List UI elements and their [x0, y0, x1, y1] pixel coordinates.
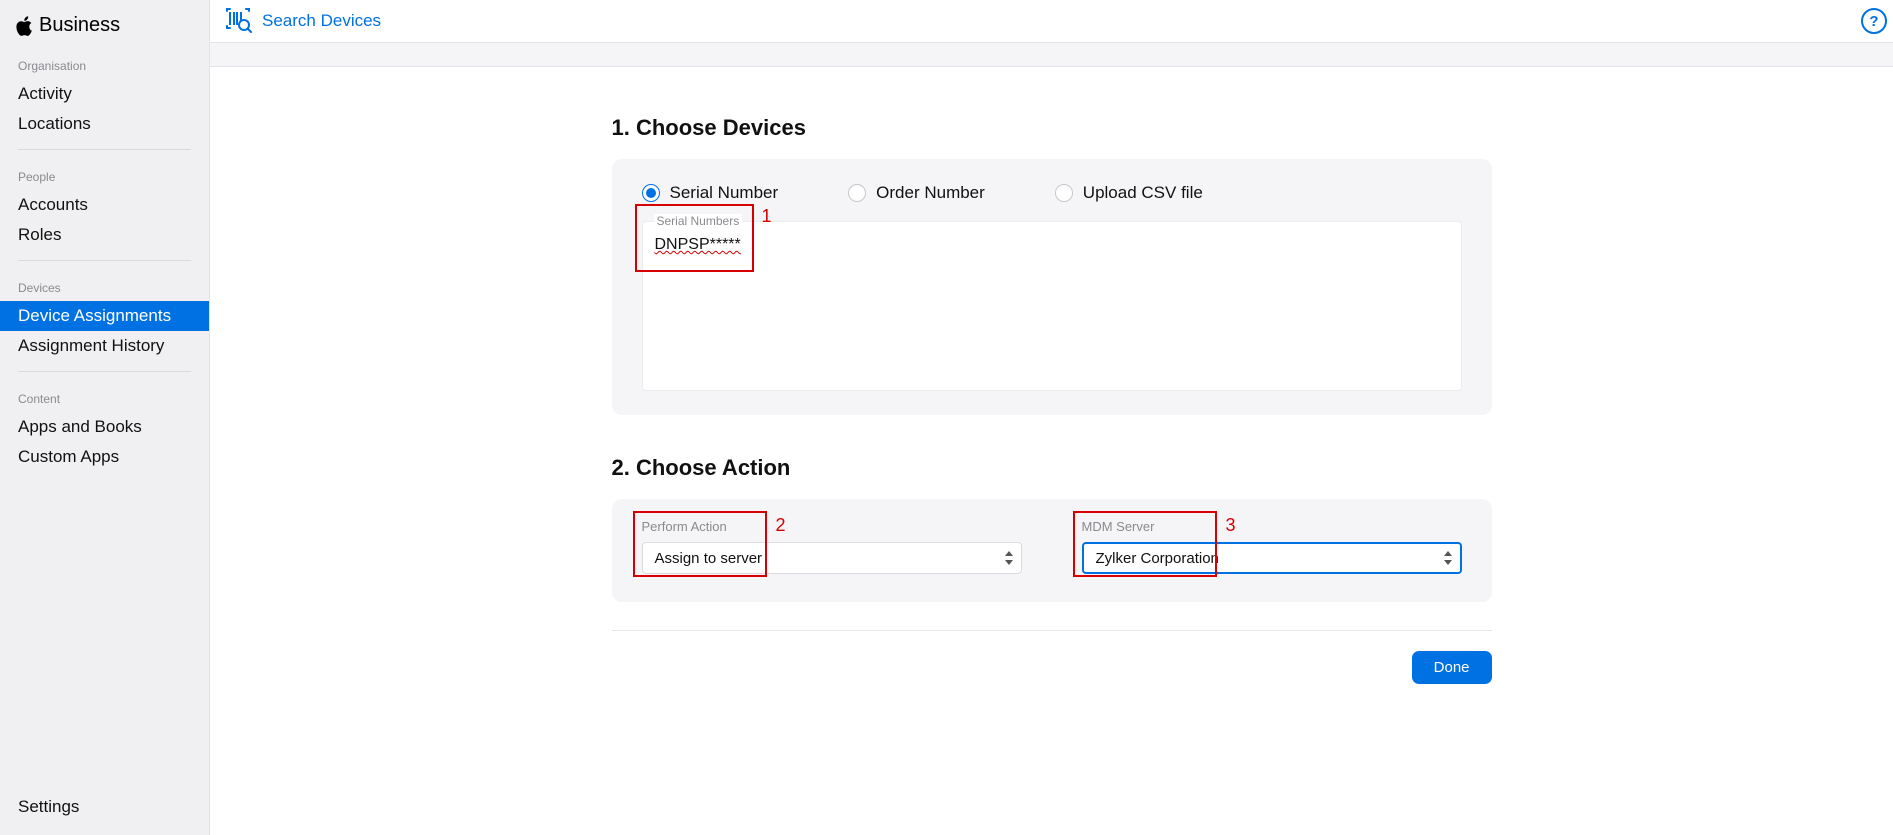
search-devices-link[interactable]: Search Devices: [262, 11, 381, 31]
brand-text: Business: [39, 14, 120, 37]
sidebar-item-custom-apps[interactable]: Custom Apps: [0, 442, 209, 472]
sidebar-item-apps-books[interactable]: Apps and Books: [0, 412, 209, 442]
brand: Business: [0, 14, 209, 49]
perform-action-value: Assign to server: [655, 550, 763, 567]
choose-devices-panel: Serial Number Order Number Upload CSV fi…: [612, 159, 1492, 415]
radio-dot-icon: [848, 184, 866, 202]
nav-group-content: Content: [0, 382, 209, 412]
radio-order-number[interactable]: Order Number: [848, 183, 985, 203]
serial-numbers-label: Serial Numbers: [654, 214, 743, 228]
sidebar-item-activity[interactable]: Activity: [0, 79, 209, 109]
sidebar-item-assignment-history[interactable]: Assignment History: [0, 331, 209, 361]
mdm-server-value: Zylker Corporation: [1096, 550, 1219, 567]
apple-logo-icon: [16, 16, 33, 36]
radio-serial-number[interactable]: Serial Number: [642, 183, 779, 203]
updown-icon: [1444, 551, 1452, 565]
divider: [612, 630, 1492, 631]
radio-label: Upload CSV file: [1083, 183, 1203, 203]
sidebar-item-settings[interactable]: Settings: [0, 779, 209, 835]
radio-dot-icon: [1055, 184, 1073, 202]
sub-toolbar: [210, 43, 1893, 67]
radio-label: Order Number: [876, 183, 985, 203]
nav-separator: [18, 149, 191, 150]
nav-separator: [18, 260, 191, 261]
choose-action-panel: Perform Action Assign to server 2 MDM Se…: [612, 499, 1492, 602]
sidebar: Business Organisation Activity Locations…: [0, 0, 210, 835]
device-identifier-radios: Serial Number Order Number Upload CSV fi…: [642, 183, 1462, 203]
radio-label: Serial Number: [670, 183, 779, 203]
radio-dot-icon: [642, 184, 660, 202]
done-button[interactable]: Done: [1412, 651, 1492, 684]
nav-group-people: People: [0, 160, 209, 190]
section-title-choose-devices: 1. Choose Devices: [612, 115, 1492, 141]
main: Search Devices ? 1. Choose Devices Seria…: [210, 0, 1893, 835]
nav-group-devices: Devices: [0, 271, 209, 301]
nav-group-organisation: Organisation: [0, 49, 209, 79]
serial-numbers-input[interactable]: DNPSP*****: [642, 221, 1462, 391]
mdm-server-label: MDM Server: [1082, 519, 1462, 534]
section-title-choose-action: 2. Choose Action: [612, 455, 1492, 481]
help-icon[interactable]: ?: [1861, 8, 1887, 34]
perform-action-select[interactable]: Assign to server: [642, 542, 1022, 574]
topbar: Search Devices ?: [210, 0, 1893, 43]
sidebar-item-device-assignments[interactable]: Device Assignments: [0, 301, 209, 331]
sidebar-item-accounts[interactable]: Accounts: [0, 190, 209, 220]
content-area: 1. Choose Devices Serial Number Order Nu…: [210, 67, 1893, 835]
mdm-server-select[interactable]: Zylker Corporation: [1082, 542, 1462, 574]
barcode-search-icon: [224, 8, 252, 34]
nav-separator: [18, 371, 191, 372]
sidebar-item-locations[interactable]: Locations: [0, 109, 209, 139]
radio-upload-csv[interactable]: Upload CSV file: [1055, 183, 1203, 203]
updown-icon: [1005, 551, 1013, 565]
perform-action-label: Perform Action: [642, 519, 1022, 534]
serial-value-text: DNPSP*****: [655, 236, 741, 253]
sidebar-item-roles[interactable]: Roles: [0, 220, 209, 250]
